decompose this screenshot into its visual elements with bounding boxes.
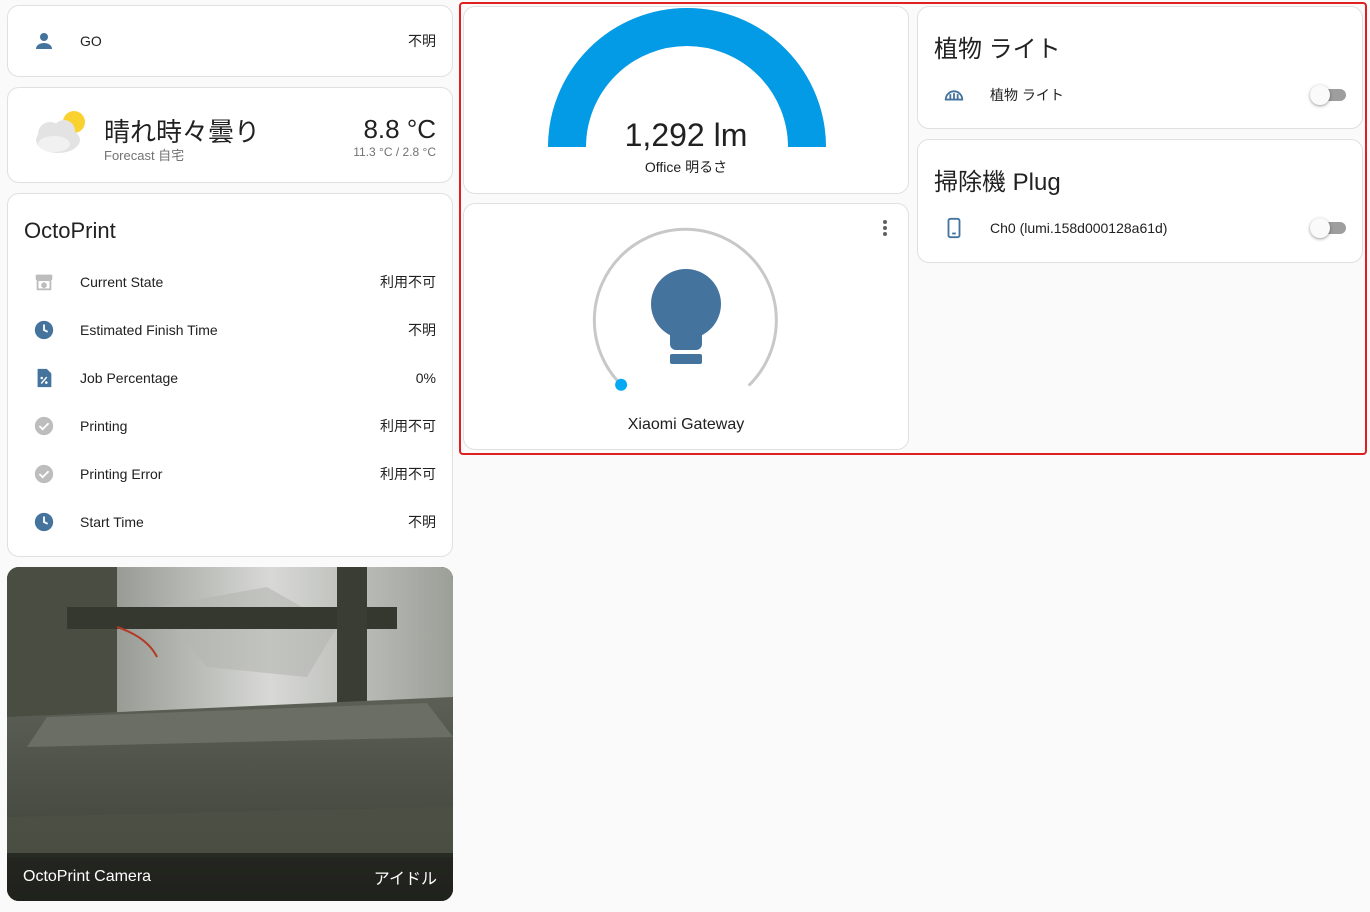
plant-light-title: 植物 ライト <box>934 36 1061 63</box>
person-state: 不明 <box>408 33 436 49</box>
octoprint-row-estimated-finish[interactable]: Estimated Finish Time 不明 <box>24 310 436 350</box>
light-name: Xiaomi Gateway <box>627 416 745 433</box>
person-card: GO 不明 <box>7 5 453 77</box>
row-value: 利用不可 <box>380 274 436 290</box>
octoprint-camera-card[interactable]: OctoPrint Camera アイドル <box>7 567 453 901</box>
plant-light-card: 植物 ライト 植物 ライト <box>917 6 1363 129</box>
clock-icon <box>24 318 64 342</box>
octoprint-row-printing-error[interactable]: Printing Error 利用不可 <box>24 454 436 494</box>
weather-temperature: 8.8 °C <box>363 114 436 144</box>
row-label: Start Time <box>80 514 144 530</box>
plant-light-toggle[interactable] <box>1310 85 1346 105</box>
vacuum-plug-card: 掃除機 Plug Ch0 (lumi.158d000128a61d) <box>917 139 1363 263</box>
fan-icon <box>934 83 974 107</box>
row-label: Job Percentage <box>80 370 179 386</box>
illuminance-gauge-card[interactable]: 1,292 lm Office 明るさ <box>463 6 909 194</box>
vacuum-plug-title: 掃除機 Plug <box>934 169 1061 196</box>
octoprint-row-printing[interactable]: Printing 利用不可 <box>24 406 436 446</box>
octoprint-row-start-time[interactable]: Start Time 不明 <box>24 502 436 542</box>
row-label: Printing Error <box>80 466 163 482</box>
gauge-value: 1,292 lm <box>624 117 748 153</box>
check-circle-icon <box>24 414 64 438</box>
plant-light-row[interactable]: 植物 ライト <box>934 75 1346 115</box>
weather-forecast-label: Forecast 自宅 <box>104 148 185 163</box>
weather-card[interactable]: 晴れ時々曇り Forecast 自宅 8.8 °C 11.3 °C / 2.8 … <box>7 87 453 183</box>
weather-condition: 晴れ時々曇り <box>104 117 261 147</box>
row-value: 不明 <box>408 514 436 530</box>
octoprint-card: OctoPrint Current State 利用不可 Estimated F… <box>7 193 453 557</box>
plant-light-label: 植物 ライト <box>990 87 1064 103</box>
camera-footer: OctoPrint Camera アイドル <box>7 853 453 901</box>
light-card[interactable]: Xiaomi Gateway <box>463 203 909 450</box>
vacuum-plug-toggle[interactable] <box>1310 218 1346 238</box>
vacuum-plug-row[interactable]: Ch0 (lumi.158d000128a61d) <box>934 208 1346 248</box>
clock-icon <box>24 510 64 534</box>
octoprint-row-current-state[interactable]: Current State 利用不可 <box>24 262 436 302</box>
camera-title: OctoPrint Camera <box>23 868 152 885</box>
cellphone-icon <box>934 216 974 240</box>
row-label: Current State <box>80 274 164 290</box>
person-row[interactable]: GO 不明 <box>24 26 436 56</box>
check-circle-icon <box>24 462 64 486</box>
camera-state: アイドル <box>373 871 437 888</box>
octoprint-row-job-percentage[interactable]: Job Percentage 0% <box>24 358 436 398</box>
partly-cloudy-icon <box>28 106 90 156</box>
printer-3d-icon <box>24 270 64 294</box>
row-value: 利用不可 <box>380 418 436 434</box>
row-value: 利用不可 <box>380 466 436 482</box>
row-label: Printing <box>80 418 128 434</box>
person-name: GO <box>80 33 102 49</box>
vacuum-plug-label: Ch0 (lumi.158d000128a61d) <box>990 220 1168 236</box>
account-icon <box>24 29 64 53</box>
brightness-handle[interactable] <box>615 378 628 391</box>
camera-feed-image <box>7 567 453 901</box>
row-label: Estimated Finish Time <box>80 322 218 338</box>
gauge-name: Office 明るさ <box>644 159 728 175</box>
weather-high-low: 11.3 °C / 2.8 °C <box>353 145 436 159</box>
row-value: 0% <box>415 370 436 386</box>
file-percent-icon <box>24 366 64 390</box>
row-value: 不明 <box>408 322 436 338</box>
octoprint-title: OctoPrint <box>24 218 116 243</box>
lightbulb-icon[interactable] <box>650 268 722 368</box>
